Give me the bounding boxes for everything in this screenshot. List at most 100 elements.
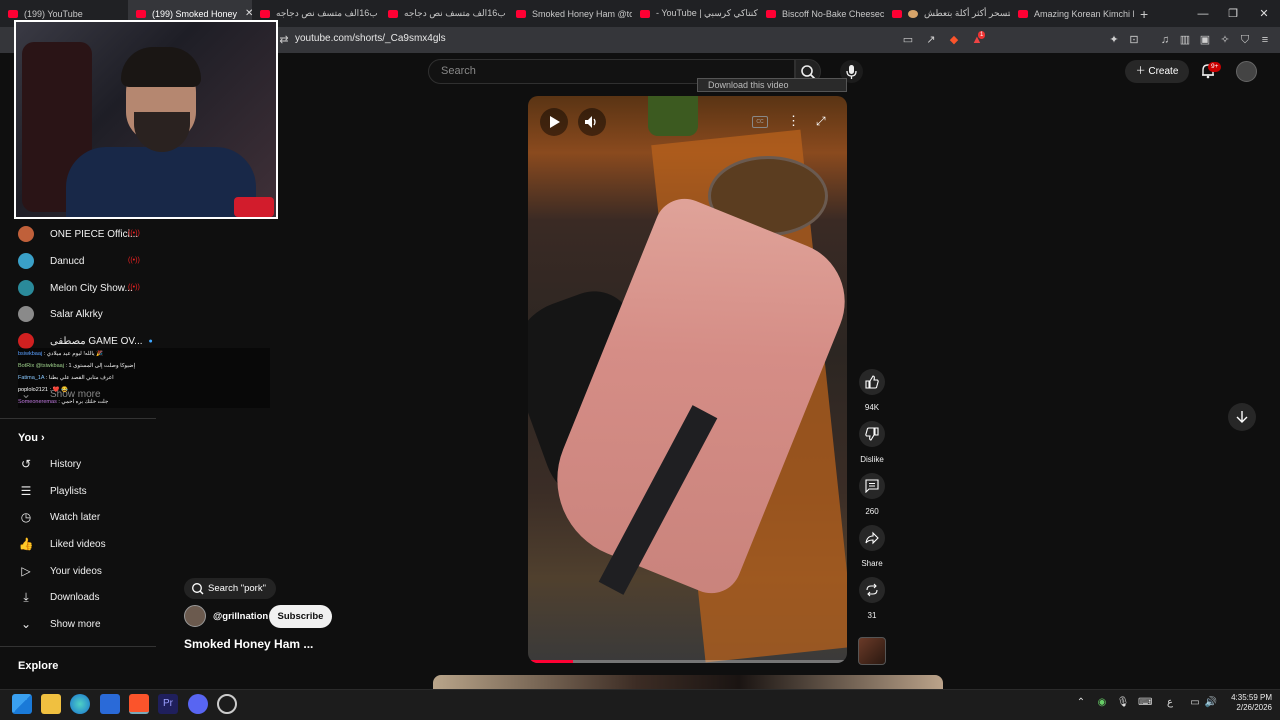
language-indicator[interactable]: ع xyxy=(1163,697,1177,708)
plus-icon: ＋ xyxy=(1135,66,1149,77)
share-label: Share xyxy=(861,559,883,568)
channel-avatar xyxy=(18,333,34,349)
new-content-dot: ● xyxy=(148,337,153,345)
like-button[interactable] xyxy=(859,369,885,395)
browser-tab[interactable]: Smoked Honey Ham @tor xyxy=(508,0,632,27)
share-icon[interactable]: ↗ xyxy=(924,33,938,47)
browser-tab[interactable]: Amazing Korean Kimchi Fr xyxy=(1010,0,1134,27)
history-icon: ↺ xyxy=(20,457,32,471)
screenshot-icon[interactable]: ⊡ xyxy=(1127,33,1141,47)
microphone-tray-icon[interactable]: 🎙 xyxy=(1116,697,1130,708)
dislike-label: Dislike xyxy=(860,455,884,464)
live-icon: ((•)) xyxy=(128,230,140,237)
play-button[interactable] xyxy=(540,108,568,136)
chat-message: bsiwkbaaj : يالله! ليوم عيد ميلادي 🎉 xyxy=(18,351,103,357)
youtube-icon xyxy=(8,9,18,18)
sidebar-toggle-icon[interactable]: ▥ xyxy=(1178,33,1192,47)
related-search-chip[interactable]: Search "pork" xyxy=(184,578,276,599)
remix-button[interactable] xyxy=(859,577,885,603)
dislike-button[interactable] xyxy=(859,421,885,447)
brave-shields-icon[interactable]: ◆ xyxy=(947,33,961,47)
obs-icon[interactable] xyxy=(217,694,237,714)
music-icon[interactable]: ♫ xyxy=(1158,33,1172,47)
system-clock[interactable]: 4:35:59 PM 2/26/2026 xyxy=(1222,693,1272,713)
chevron-down-icon: ⌄ xyxy=(20,617,32,631)
sidebar-item-watch-later[interactable]: ◷ Watch later xyxy=(18,504,100,530)
edge-icon[interactable] xyxy=(70,694,90,714)
sidebar-item-subscription[interactable]: ONE PIECE Offici... xyxy=(18,221,138,247)
channel-name[interactable]: @grillnation xyxy=(213,611,268,622)
short-video-player[interactable] xyxy=(528,96,847,663)
comments-button[interactable] xyxy=(859,473,885,499)
sidebar-item-history[interactable]: ↺ History xyxy=(18,451,81,477)
sidebar-item-playlists[interactable]: ☰ Playlists xyxy=(18,478,87,504)
vpn-icon[interactable]: ⛉ xyxy=(1238,33,1252,47)
volume-button[interactable] xyxy=(578,108,606,136)
wallet-icon[interactable]: ▣ xyxy=(1198,33,1212,47)
sidebar-item-subscription[interactable]: Danucd xyxy=(18,248,84,274)
maximize-button[interactable]: ❐ xyxy=(1218,0,1248,27)
sidebar-item-subscription[interactable]: Salar Alkrky xyxy=(18,301,103,327)
network-icon[interactable]: ▭ xyxy=(1188,697,1202,708)
sidebar-item-liked-videos[interactable]: 👍 Liked videos xyxy=(18,531,106,557)
browser-tab[interactable]: هتسحر أكثر أكلة بتعطش xyxy=(884,0,1010,27)
avatar[interactable] xyxy=(1236,61,1257,82)
chevron-up-icon[interactable]: ⌃ xyxy=(1074,697,1088,708)
leo-ai-icon[interactable]: ✧ xyxy=(1218,33,1232,47)
playlists-icon: ☰ xyxy=(20,484,32,498)
video-icon: ▷ xyxy=(21,564,31,578)
search-icon xyxy=(192,582,204,594)
browser-tab[interactable]: ب16الف متسف نص دجاجه xyxy=(380,0,508,27)
youtube-icon xyxy=(516,9,526,18)
play-icon xyxy=(550,116,560,128)
sound-thumbnail[interactable] xyxy=(858,637,886,665)
extensions-icon[interactable]: ✦ xyxy=(1107,33,1121,47)
next-short-preview[interactable] xyxy=(433,675,943,689)
share-button[interactable] xyxy=(859,525,885,551)
new-tab-button[interactable]: + xyxy=(1140,6,1148,22)
premiere-pro-icon[interactable]: Pr xyxy=(158,694,178,714)
more-options-icon[interactable]: ⋮ xyxy=(787,113,800,129)
create-button[interactable]: ＋ Create xyxy=(1125,60,1189,83)
minimize-button[interactable]: — xyxy=(1188,0,1218,27)
video-progress-fill xyxy=(528,660,573,663)
close-window-button[interactable]: ✕ xyxy=(1249,0,1279,27)
speaker-icon[interactable]: 🔊 xyxy=(1204,697,1218,708)
keyboard-icon[interactable]: ⌨ xyxy=(1138,697,1152,708)
browser-tab[interactable]: Biscoff No-Bake Cheeseca xyxy=(758,0,884,27)
download-icon: ⤓ xyxy=(23,589,29,604)
channel-avatar[interactable] xyxy=(184,605,206,627)
webcam-microphone xyxy=(234,197,274,217)
short-title[interactable]: Smoked Honey Ham ... xyxy=(184,637,313,651)
subscribe-button[interactable]: Subscribe xyxy=(269,605,332,628)
fullscreen-icon[interactable]: ⤢ xyxy=(816,114,826,129)
captions-icon[interactable]: CC xyxy=(752,116,768,128)
stream-chat-overlay: bsiwkbaaj : يالله! ليوم عيد ميلادي 🎉 Bot… xyxy=(18,348,270,408)
video-progress-bar[interactable] xyxy=(528,660,847,663)
thumbs-up-icon: 👍 xyxy=(18,537,34,551)
download-video-banner[interactable]: Download this video xyxy=(697,78,847,92)
sauce-jar xyxy=(648,96,698,136)
brave-browser-icon[interactable] xyxy=(129,694,149,714)
sidebar-item-show-more[interactable]: ⌄ Show more xyxy=(18,611,101,637)
site-info-icon[interactable]: ⇄ xyxy=(277,33,291,47)
next-short-button[interactable] xyxy=(1228,403,1256,431)
streamer-shirt xyxy=(66,147,256,217)
menu-icon[interactable]: ≡ xyxy=(1258,33,1272,47)
sidebar-item-downloads[interactable]: ⤓ Downloads xyxy=(18,584,99,610)
sidebar-item-your-videos[interactable]: ▷ Your videos xyxy=(18,558,102,584)
url-field[interactable]: youtube.com/shorts/_Ca9smx4gls xyxy=(295,33,446,44)
you-section-header[interactable]: You › xyxy=(18,432,45,444)
nvidia-icon[interactable]: ◉ xyxy=(1095,697,1109,708)
sidebar-item-subscription[interactable]: Melon City Show... xyxy=(18,275,133,301)
discord-icon[interactable] xyxy=(188,694,208,714)
channel-avatar xyxy=(18,253,34,269)
streamer-hair xyxy=(121,47,201,87)
browser-tab[interactable]: - YouTube | كنتاكي كرسبي xyxy=(632,0,758,27)
screen-icon[interactable]: ▭ xyxy=(901,33,915,47)
file-explorer-icon[interactable] xyxy=(41,694,61,714)
close-tab-icon[interactable]: ✕ xyxy=(245,8,252,19)
store-icon[interactable] xyxy=(100,694,120,714)
youtube-icon xyxy=(1018,9,1028,18)
windows-start-icon[interactable] xyxy=(12,694,32,714)
